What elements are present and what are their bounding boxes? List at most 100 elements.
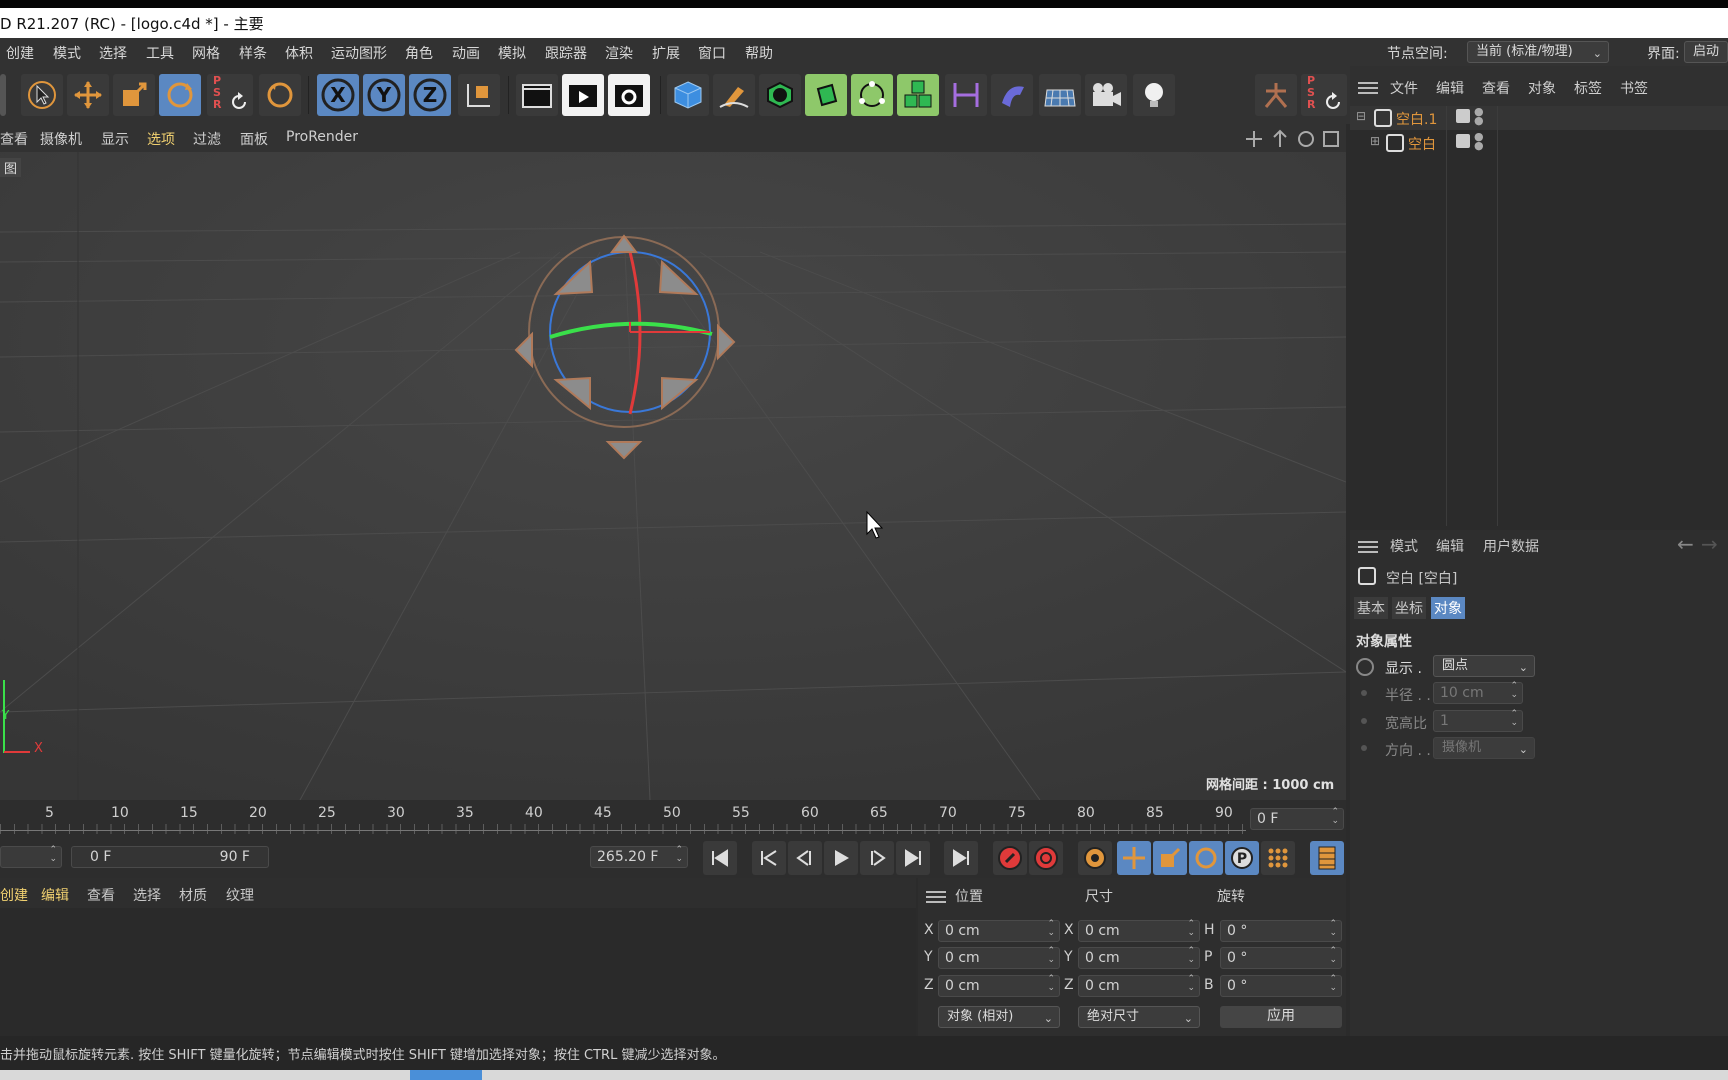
display-select[interactable]: 圆点 ⌄ — [1433, 655, 1535, 677]
spinner-icon[interactable]: ⌃ ⌄ — [1329, 947, 1337, 965]
select-arrow-icon[interactable] — [21, 74, 63, 116]
tab-basic[interactable]: 基本 — [1354, 597, 1388, 619]
max-frame-field[interactable]: 265.20 F ⌃ ⌄ — [590, 846, 688, 868]
om-menu-tag[interactable]: 标签 — [1574, 78, 1602, 98]
light-icon[interactable] — [1133, 74, 1175, 116]
menu-mograph[interactable]: 运动图形 — [331, 43, 387, 63]
deformer-icon[interactable] — [945, 74, 987, 116]
mat-menu-texture[interactable]: 纹理 — [226, 885, 254, 905]
viewport-menu-filter[interactable]: 过滤 — [193, 129, 221, 149]
subdivision-icon[interactable] — [759, 74, 801, 116]
key-scale-icon[interactable] — [1153, 841, 1187, 875]
menu-tracker[interactable]: 跟踪器 — [545, 43, 587, 63]
next-frame-icon[interactable] — [860, 841, 894, 875]
menu-tools[interactable]: 工具 — [146, 43, 174, 63]
material-list[interactable] — [0, 908, 916, 1036]
visibility-dots-icon[interactable]: ● ● — [1474, 106, 1484, 126]
prev-frame-icon[interactable] — [788, 841, 822, 875]
rotate-icon[interactable] — [159, 74, 201, 116]
key-rotation-icon[interactable] — [1189, 841, 1223, 875]
am-menu-mode[interactable]: 模式 — [1390, 536, 1418, 556]
object-name[interactable]: 空白.1 — [1396, 109, 1437, 129]
menu-spline[interactable]: 样条 — [239, 43, 267, 63]
menu-extensions[interactable]: 扩展 — [652, 43, 680, 63]
spinner-icon[interactable]: ⌃ ⌄ — [1331, 808, 1339, 826]
character-joint-icon[interactable] — [1255, 74, 1297, 116]
hamburger-icon[interactable] — [1358, 81, 1378, 95]
rotation-b-field[interactable]: 0 ° ⌃ ⌄ — [1220, 975, 1342, 997]
next-key-icon[interactable] — [896, 841, 930, 875]
menu-select[interactable]: 选择 — [99, 43, 127, 63]
spinner-icon[interactable]: ⌃ ⌄ — [1047, 975, 1055, 993]
viewport-menu-options[interactable]: 选项 — [147, 129, 175, 149]
edit-toggle-icon[interactable] — [1456, 134, 1470, 148]
size-x-field[interactable]: 0 cm ⌃ ⌄ — [1078, 920, 1200, 942]
position-y-field[interactable]: 0 cm ⌃ ⌄ — [938, 947, 1060, 969]
keyframe-dot[interactable] — [1361, 745, 1367, 751]
size-y-field[interactable]: 0 cm ⌃ ⌄ — [1078, 947, 1200, 969]
mat-menu-material[interactable]: 材质 — [179, 885, 207, 905]
axis-y-icon[interactable]: Y — [363, 74, 405, 116]
spinner-icon[interactable]: ⌃ ⌄ — [1047, 920, 1055, 938]
edit-toggle-icon[interactable] — [1456, 109, 1470, 123]
play-icon[interactable] — [824, 841, 858, 875]
mat-menu-edit[interactable]: 编辑 — [41, 885, 69, 905]
spinner-icon[interactable]: ⌃ ⌄ — [1187, 920, 1195, 938]
tab-coord[interactable]: 坐标 — [1392, 597, 1426, 619]
coordinate-system-icon[interactable] — [458, 74, 500, 116]
psr-reset-right-icon[interactable]: P S R — [1301, 74, 1347, 116]
spinner-icon[interactable]: ⌃ ⌄ — [1187, 975, 1195, 993]
visibility-dots-icon[interactable]: ● ● — [1474, 131, 1484, 151]
frame-range-slider[interactable]: 0 F 90 F — [71, 846, 269, 868]
rotation-h-field[interactable]: 0 ° ⌃ ⌄ — [1220, 920, 1342, 942]
om-menu-view[interactable]: 查看 — [1482, 78, 1510, 98]
tree-row[interactable]: ⊞ 空白 ● ● — [1350, 131, 1728, 155]
object-name[interactable]: 空白 — [1408, 134, 1436, 154]
go-to-start-icon[interactable] — [703, 841, 737, 875]
hamburger-icon[interactable] — [926, 890, 946, 904]
expand-icon[interactable]: ⊞ — [1370, 134, 1380, 148]
orientation-select[interactable]: 摄像机 ⌄ — [1433, 737, 1535, 759]
key-position-icon[interactable] — [1117, 841, 1151, 875]
keyframe-settings-icon[interactable] — [1078, 841, 1112, 875]
move-icon[interactable] — [67, 74, 109, 116]
spinner-icon[interactable]: ⌃ ⌄ — [49, 846, 57, 864]
psr-reset-icon[interactable]: P S R — [207, 74, 253, 116]
cloner-icon[interactable] — [851, 74, 893, 116]
viewport-menu-camera[interactable]: 摄像机 — [40, 129, 82, 149]
radius-field[interactable]: 10 cm ⌃ ⌄ — [1433, 682, 1523, 704]
menu-help[interactable]: 帮助 — [745, 43, 773, 63]
min-frame-field[interactable]: ⌃ ⌄ — [0, 846, 62, 868]
spinner-icon[interactable]: ⌃ ⌄ — [675, 846, 683, 864]
timeline-ruler[interactable] — [0, 824, 1246, 834]
apply-button[interactable]: 应用 — [1220, 1006, 1342, 1028]
mograph-icon[interactable] — [897, 74, 939, 116]
om-menu-object[interactable]: 对象 — [1528, 78, 1556, 98]
collapse-icon[interactable]: ⊟ — [1356, 109, 1366, 123]
position-z-field[interactable]: 0 cm ⌃ ⌄ — [938, 975, 1060, 997]
menu-create[interactable]: 创建 — [6, 43, 34, 63]
spinner-icon[interactable]: ⌃ ⌄ — [1329, 920, 1337, 938]
viewport-menu-panel[interactable]: 面板 — [240, 129, 268, 149]
am-menu-userdata[interactable]: 用户数据 — [1483, 536, 1539, 556]
spinner-icon[interactable]: ⌃ ⌄ — [1047, 947, 1055, 965]
back-arrow-icon[interactable]: ← — [1677, 532, 1694, 556]
taskbar-active-item[interactable] — [410, 1070, 482, 1080]
node-space-select[interactable]: 当前 (标准/物理) ⌄ — [1467, 41, 1609, 63]
menu-window[interactable]: 窗口 — [698, 43, 726, 63]
axis-z-icon[interactable]: Z — [409, 74, 451, 116]
viewport-menu-display[interactable]: 显示 — [101, 129, 129, 149]
scale-icon[interactable] — [113, 74, 155, 116]
extrude-icon[interactable] — [805, 74, 847, 116]
timeline-window-icon[interactable] — [1310, 841, 1344, 875]
layout-select[interactable]: 启动 — [1684, 41, 1728, 63]
camera-icon[interactable] — [1085, 74, 1127, 116]
pen-icon[interactable] — [713, 74, 755, 116]
aspect-field[interactable]: 1 ⌃ ⌄ — [1433, 710, 1523, 732]
mat-menu-create[interactable]: 创建 — [0, 885, 28, 905]
forward-arrow-icon[interactable]: → — [1701, 532, 1718, 556]
menu-simulate[interactable]: 模拟 — [498, 43, 526, 63]
om-menu-edit[interactable]: 编辑 — [1436, 78, 1464, 98]
cube-icon[interactable] — [667, 74, 709, 116]
size-mode-select[interactable]: 绝对尺寸 ⌄ — [1078, 1006, 1200, 1028]
